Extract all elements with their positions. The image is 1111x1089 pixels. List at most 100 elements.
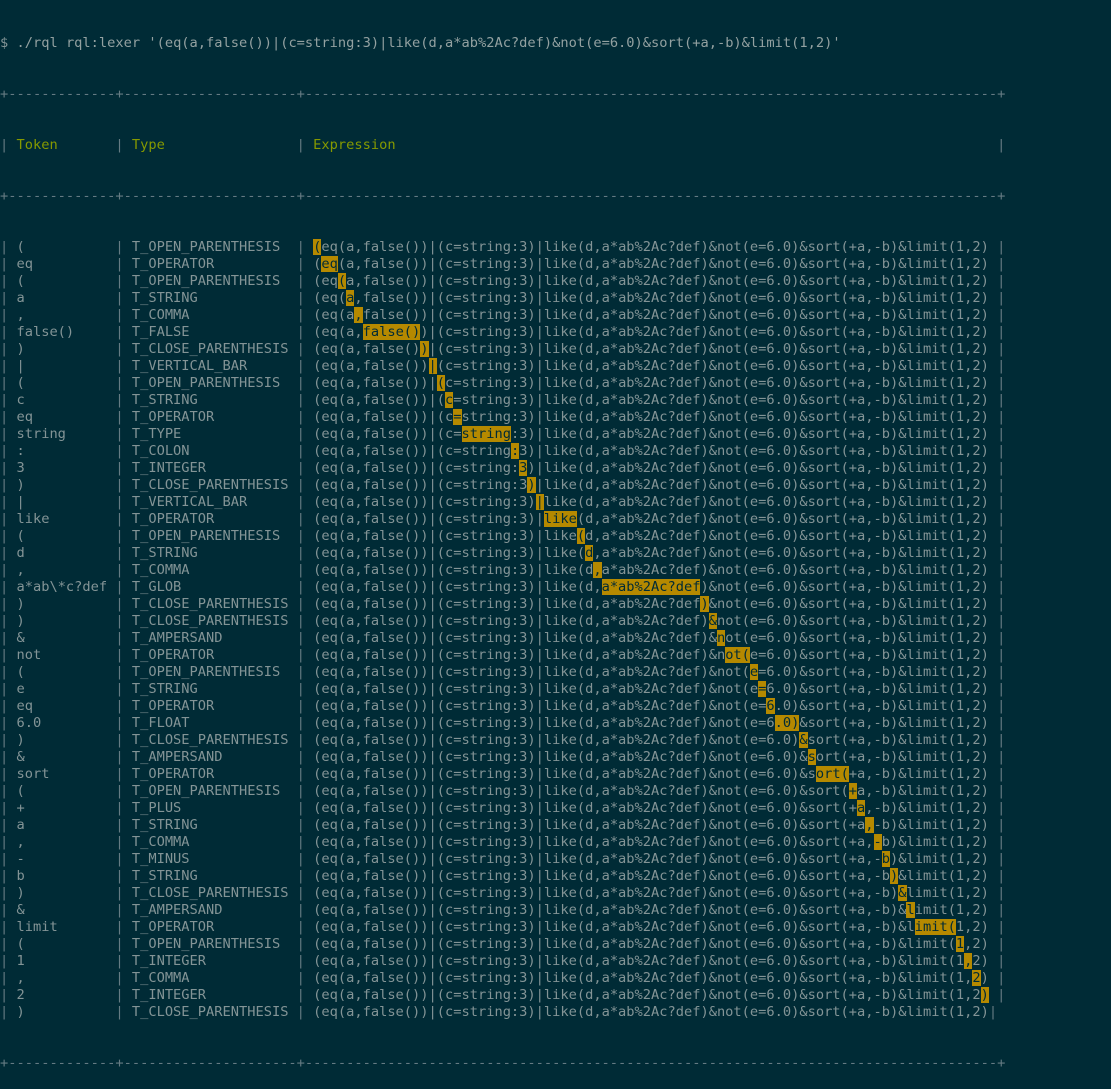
- expression-cell: (eq(a,false())|(c=string:3)|like(d,a*ab%…: [313, 307, 998, 323]
- type-cell: T_STRING: [131, 817, 297, 833]
- token-highlight: |: [535, 494, 544, 510]
- table-row: | a | T_STRING | (eq(a,false())|(c=strin…: [0, 290, 1006, 306]
- table-header-row: | Token | Type | Expression |: [0, 137, 1006, 153]
- table-row: | 1 | T_INTEGER | (eq(a,false())|(c=stri…: [0, 953, 1006, 969]
- table-row: | ( | T_OPEN_PARENTHESIS | (eq(a,false()…: [0, 273, 1006, 289]
- token-cell: ): [16, 477, 116, 493]
- token-highlight: ot(: [725, 647, 750, 663]
- expression-cell: (eq(a,false())|(c=string:3)|like(d,a*ab%…: [313, 800, 998, 816]
- expression-cell: (eq(a,false())|(c=string:3)|like(d,a*ab%…: [313, 630, 998, 646]
- token-cell: (: [16, 239, 116, 255]
- token-cell: |: [16, 358, 116, 374]
- type-cell: T_AMPERSAND: [131, 630, 297, 646]
- token-cell: 2: [16, 987, 116, 1003]
- token-highlight: =: [453, 409, 462, 425]
- table-row: | , | T_COMMA | (eq(a,false())|(c=string…: [0, 970, 1006, 986]
- table-row: | + | T_PLUS | (eq(a,false())|(c=string:…: [0, 800, 1006, 816]
- token-cell: :: [16, 443, 116, 459]
- expression-cell: (eq(a,false())|(c=string:3)|like(d,a*ab%…: [313, 919, 998, 935]
- type-cell: T_OPERATOR: [131, 256, 297, 272]
- type-cell: T_OPEN_PARENTHESIS: [131, 783, 297, 799]
- token-highlight: ,: [964, 953, 973, 969]
- expression-cell: (eq(a,false())|(c=string:3)|like(d,a*ab%…: [313, 885, 998, 901]
- token-highlight: ort(: [815, 766, 849, 782]
- table-row: | ( | T_OPEN_PARENTHESIS | (eq(a,false()…: [0, 783, 1006, 799]
- table-row: | limit | T_OPERATOR | (eq(a,false())|(c…: [0, 919, 1006, 935]
- type-cell: T_OPERATOR: [131, 647, 297, 663]
- table-row: | e | T_STRING | (eq(a,false())|(c=strin…: [0, 681, 1006, 697]
- table-row: | & | T_AMPERSAND | (eq(a,false())|(c=st…: [0, 902, 1006, 918]
- expression-cell: (eq(a,false())|(c=string:3)|like(d,a*ab%…: [313, 681, 998, 697]
- token-cell: ): [16, 885, 116, 901]
- table-row: | 2 | T_INTEGER | (eq(a,false())|(c=stri…: [0, 987, 1006, 1003]
- token-cell: eq: [16, 409, 116, 425]
- expression-cell: (eq(a,false())|(c=string:3)|like(d,a*ab%…: [313, 426, 998, 442]
- token-highlight: ): [980, 987, 989, 1003]
- token-highlight: +: [848, 783, 858, 799]
- expression-cell: (eq(a,false())|(c=string:3)|like(d,a*ab%…: [313, 851, 998, 867]
- type-cell: T_INTEGER: [131, 953, 297, 969]
- token-cell: (: [16, 936, 116, 952]
- table-row: | d | T_STRING | (eq(a,false())|(c=strin…: [0, 545, 1006, 561]
- type-cell: T_STRING: [131, 545, 297, 561]
- token-cell: &: [16, 749, 116, 765]
- token-highlight: ,: [593, 562, 602, 578]
- table-header-border: +-------------+---------------------+---…: [0, 188, 1006, 204]
- token-highlight: ): [420, 341, 429, 357]
- token-highlight: (: [313, 239, 322, 255]
- token-highlight: like: [543, 511, 577, 527]
- expression-cell: (eq(a,false())|(c=string:3)|like(d,a*ab%…: [313, 341, 998, 357]
- table-row: | ) | T_CLOSE_PARENTHESIS | (eq(a,false(…: [0, 341, 1006, 357]
- token-cell: ,: [16, 562, 116, 578]
- header-expression: Expression: [313, 137, 998, 153]
- terminal-window[interactable]: $ ./rql rql:lexer '(eq(a,false())|(c=str…: [0, 0, 1111, 1071]
- type-cell: T_CLOSE_PARENTHESIS: [131, 885, 297, 901]
- token-cell: |: [16, 494, 116, 510]
- token-cell: ,: [16, 307, 116, 323]
- table-row: | b | T_STRING | (eq(a,false())|(c=strin…: [0, 868, 1006, 884]
- table-row: | false() | T_FALSE | (eq(a,false())|(c=…: [0, 324, 1006, 340]
- token-cell: ): [16, 341, 116, 357]
- expression-cell: (eq(a,false())|(c=string:3)|like(d,a*ab%…: [313, 970, 998, 986]
- token-highlight: eq: [321, 256, 338, 272]
- type-cell: T_STRING: [131, 868, 297, 884]
- token-cell: (: [16, 783, 116, 799]
- type-cell: T_AMPERSAND: [131, 902, 297, 918]
- table-row: | like | T_OPERATOR | (eq(a,false())|(c=…: [0, 511, 1006, 527]
- token-cell: sort: [16, 766, 116, 782]
- table-row: | a | T_STRING | (eq(a,false())|(c=strin…: [0, 817, 1006, 833]
- token-highlight: (: [576, 528, 586, 544]
- token-cell: ,: [16, 970, 116, 986]
- type-cell: T_MINUS: [131, 851, 297, 867]
- table-row: | & | T_AMPERSAND | (eq(a,false())|(c=st…: [0, 749, 1006, 765]
- type-cell: T_CLOSE_PARENTHESIS: [131, 596, 297, 612]
- expression-cell: (eq(a,false())|(c=string:3)|like(d,a*ab%…: [313, 987, 989, 1003]
- expression-cell: (eq(a,false())|(c=string:3)|like(d,a*ab%…: [313, 817, 998, 833]
- token-highlight: ,: [865, 817, 874, 833]
- token-cell: c: [16, 392, 116, 408]
- table-row: | ) | T_CLOSE_PARENTHESIS | (eq(a,false(…: [0, 477, 1006, 493]
- expression-cell: (eq(a,false())|(c=string:3)|like(d,a*ab%…: [313, 443, 998, 459]
- token-highlight: ,: [354, 307, 363, 323]
- table-row: | & | T_AMPERSAND | (eq(a,false())|(c=st…: [0, 630, 1006, 646]
- token-highlight: .0): [774, 715, 800, 731]
- token-highlight: 3: [519, 460, 528, 476]
- expression-cell: (eq(a,false())|(c=string:3)|like(d,a*ab%…: [313, 579, 998, 595]
- type-cell: T_OPERATOR: [131, 766, 297, 782]
- type-cell: T_STRING: [131, 392, 297, 408]
- expression-cell: (eq(a,false())|(c=string:3)|like(d,a*ab%…: [313, 732, 998, 748]
- table-row: | ) | T_CLOSE_PARENTHESIS | (eq(a,false(…: [0, 596, 1006, 612]
- token-cell: &: [16, 630, 116, 646]
- token-highlight: c: [445, 392, 454, 408]
- token-cell: (: [16, 375, 116, 391]
- table-row: | eq | T_OPERATOR | (eq(a,false())|(c=st…: [0, 409, 1006, 425]
- type-cell: T_OPERATOR: [131, 409, 297, 425]
- token-cell: a: [16, 290, 116, 306]
- table-row: | , | T_COMMA | (eq(a,false())|(c=string…: [0, 562, 1006, 578]
- table-row: | ( | T_OPEN_PARENTHESIS | (eq(a,false()…: [0, 239, 1006, 255]
- token-highlight: :: [510, 443, 520, 459]
- expression-cell: (eq(a,false())|(c=string:3)|like(d,a*ab%…: [313, 766, 998, 782]
- token-cell: eq: [16, 698, 116, 714]
- token-highlight: d: [585, 545, 594, 561]
- table-row: | eq | T_OPERATOR | (eq(a,false())|(c=st…: [0, 698, 1006, 714]
